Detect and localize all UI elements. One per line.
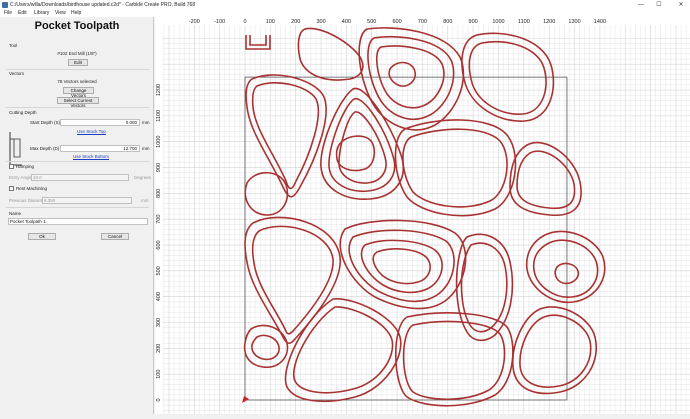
panel-title: Pocket Toolpath bbox=[34, 20, 120, 32]
maximize-button[interactable]: ☐ bbox=[652, 0, 666, 10]
previous-diameter-unit: mm bbox=[141, 198, 149, 203]
x-tick-label: 600 bbox=[393, 19, 402, 25]
grid bbox=[155, 17, 690, 414]
x-tick-label: 500 bbox=[367, 19, 376, 25]
x-tick-label: 700 bbox=[418, 19, 427, 25]
y-tick-label: 300 bbox=[156, 318, 162, 327]
y-tick-label: 900 bbox=[156, 163, 162, 172]
x-tick-label: 1200 bbox=[543, 19, 555, 25]
minimize-button[interactable]: — bbox=[634, 0, 648, 10]
start-depth-unit: mm bbox=[142, 120, 150, 125]
menu-help[interactable]: Help bbox=[71, 10, 81, 17]
x-tick-label: 1000 bbox=[492, 19, 504, 25]
y-tick-label: 800 bbox=[156, 189, 162, 198]
tool-heading: Tool bbox=[9, 43, 18, 48]
title-bar: C:/Users/willa/Downloads/birdhouse updat… bbox=[0, 0, 690, 10]
x-tick-label: 900 bbox=[469, 19, 478, 25]
entry-angle-unit: Degrees bbox=[134, 175, 152, 180]
x-tick-label: 800 bbox=[443, 19, 452, 25]
design-canvas[interactable]: -200 -100 0 100 200 300 400 500 600 700 800 900 1000… bbox=[155, 17, 690, 414]
y-tick-label: 1000 bbox=[156, 136, 162, 148]
x-tick-label: 0 bbox=[243, 19, 246, 25]
cutting-depth-heading: Cutting Depth bbox=[9, 110, 37, 115]
x-tick-label: 1400 bbox=[594, 19, 606, 25]
x-tick-label: 1100 bbox=[518, 19, 530, 25]
entry-angle-label: Entry Angle bbox=[9, 175, 33, 180]
ramping-checkbox[interactable] bbox=[9, 164, 14, 169]
rest-machining-label: Rest Machining bbox=[16, 186, 48, 191]
menu-file[interactable]: File bbox=[4, 10, 12, 17]
ok-button[interactable]: Ok bbox=[28, 233, 56, 240]
pocket-toolpath-panel: Pocket Toolpath Tool #102 End Mill (1/8"… bbox=[0, 17, 154, 414]
use-stock-bottom-link[interactable]: Use Stock Bottom bbox=[73, 154, 109, 159]
close-button[interactable]: ✕ bbox=[674, 0, 688, 10]
app-icon bbox=[2, 2, 8, 8]
y-tick-label: 600 bbox=[156, 240, 162, 249]
vectors-heading: Vectors bbox=[9, 71, 25, 76]
start-depth-label: Start Depth (S) bbox=[30, 120, 61, 125]
menu-view[interactable]: View bbox=[55, 10, 66, 17]
y-tick-label: 1100 bbox=[156, 110, 162, 122]
y-tick-label: 0 bbox=[156, 398, 162, 401]
cancel-button[interactable]: Cancel bbox=[101, 233, 129, 240]
vectors-status: 78 Vectors selected bbox=[57, 79, 97, 84]
divider bbox=[6, 69, 149, 70]
name-heading: Name bbox=[9, 211, 22, 216]
window-title: C:/Users/willa/Downloads/birdhouse updat… bbox=[10, 2, 196, 8]
max-depth-input[interactable]: 12.700 bbox=[60, 145, 140, 152]
x-tick-label: 100 bbox=[266, 19, 275, 25]
x-tick-label: -200 bbox=[189, 19, 200, 25]
divider bbox=[6, 161, 149, 162]
y-tick-label: 400 bbox=[156, 292, 162, 301]
canvas-svg[interactable]: -200 -100 0 100 200 300 400 500 600 700 800 900 1000… bbox=[155, 17, 690, 414]
previous-diameter-input[interactable]: 6.350 bbox=[42, 197, 132, 204]
rest-machining-checkbox[interactable] bbox=[9, 186, 14, 191]
select-current-vectors-button[interactable]: Select Current Vectors bbox=[57, 97, 99, 108]
toolpath-name-input[interactable]: Pocket Toolpath 1 bbox=[8, 218, 148, 225]
divider bbox=[6, 107, 149, 108]
y-tick-label: 100 bbox=[156, 370, 162, 379]
y-tick-label: 1200 bbox=[156, 84, 162, 96]
previous-diameter-label: Previous Diameter bbox=[9, 198, 47, 203]
divider bbox=[6, 207, 149, 208]
x-tick-label: 300 bbox=[316, 19, 325, 25]
max-depth-unit: mm bbox=[142, 146, 150, 151]
y-tick-label: 700 bbox=[156, 215, 162, 224]
entry-angle-input[interactable]: 10.0 bbox=[31, 174, 129, 181]
x-tick-label: 1300 bbox=[568, 19, 580, 25]
tool-name: #102 End Mill (1/8") bbox=[57, 51, 97, 56]
start-depth-input[interactable]: 0.000 bbox=[60, 119, 140, 126]
y-tick-label: 500 bbox=[156, 266, 162, 275]
x-tick-label: -100 bbox=[214, 19, 225, 25]
max-depth-label: Max Depth (D) bbox=[30, 146, 60, 151]
ramping-label: Ramping bbox=[16, 164, 35, 169]
menu-bar: File Edit Library View Help bbox=[0, 10, 690, 17]
x-tick-label: 400 bbox=[342, 19, 351, 25]
edit-tool-button[interactable]: Edit bbox=[68, 59, 88, 66]
y-tick-label: 200 bbox=[156, 344, 162, 353]
x-tick-label: 200 bbox=[291, 19, 300, 25]
menu-library[interactable]: Library bbox=[34, 10, 49, 17]
menu-edit[interactable]: Edit bbox=[18, 10, 27, 17]
use-stock-top-link[interactable]: Use Stock Top bbox=[77, 129, 106, 134]
change-vectors-button[interactable]: Change Vectors bbox=[63, 87, 94, 98]
